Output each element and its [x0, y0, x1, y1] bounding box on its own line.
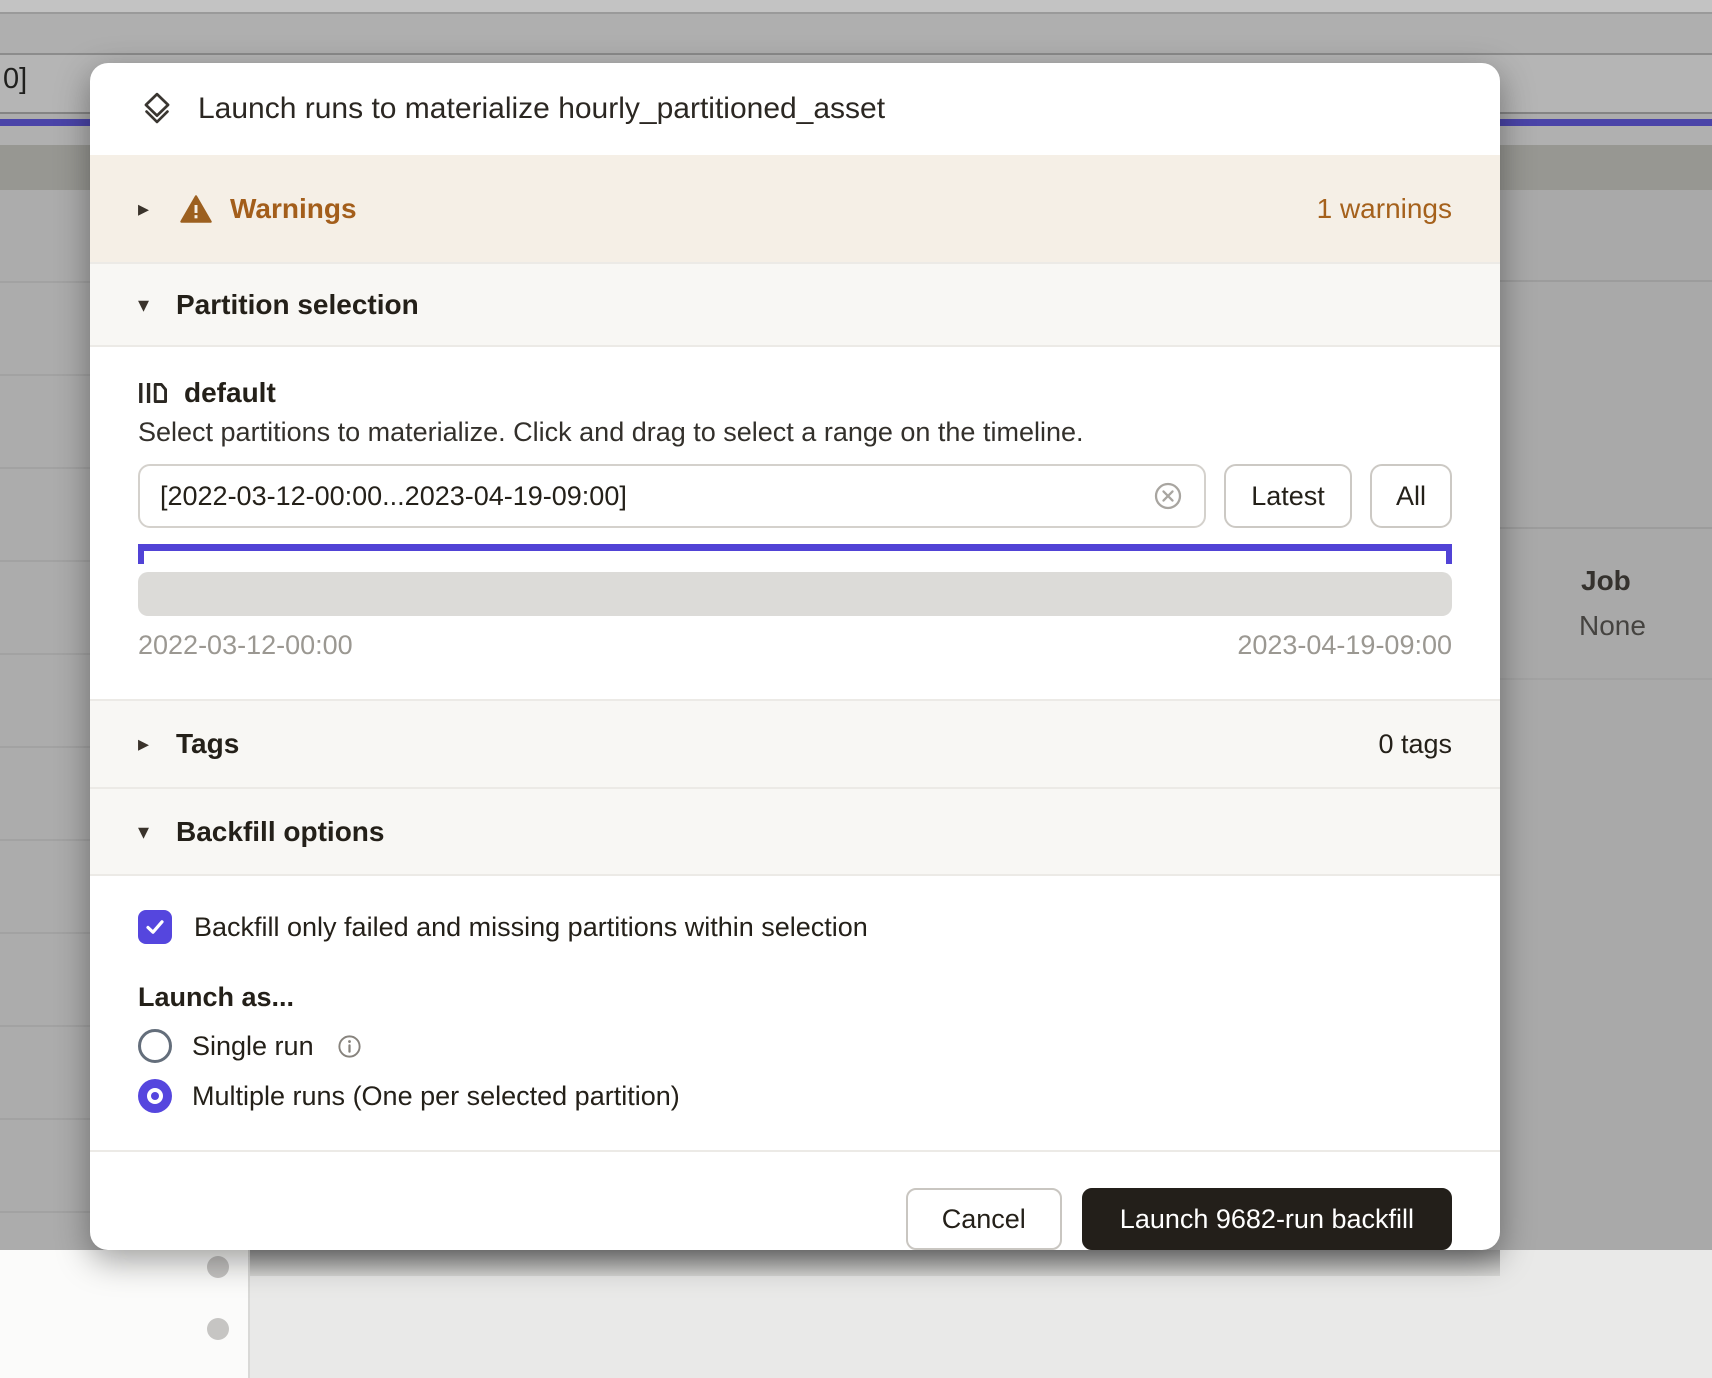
dialog-title: Launch runs to materialize hourly_partit…: [198, 92, 885, 126]
caret-right-icon: ▸: [138, 731, 162, 757]
timeline-start-date: 2022-03-12-00:00: [138, 630, 353, 661]
latest-button[interactable]: Latest: [1224, 464, 1352, 528]
launch-as-label: Launch as...: [138, 982, 1452, 1013]
partition-selection-body: default Select partitions to materialize…: [90, 347, 1500, 699]
backdrop-right-column: [1500, 190, 1712, 1250]
caret-right-icon: ▸: [138, 196, 162, 222]
multiple-runs-option[interactable]: Multiple runs (One per selected partitio…: [138, 1079, 1452, 1113]
launch-backfill-button[interactable]: Launch 9682-run backfill: [1082, 1188, 1452, 1250]
tags-header: Tags: [176, 728, 239, 760]
partition-range-value: [2022-03-12-00:00...2023-04-19-09:00]: [160, 481, 1152, 512]
backfill-only-failed-option[interactable]: Backfill only failed and missing partiti…: [138, 910, 1452, 944]
timeline-end-date: 2023-04-19-09:00: [1237, 630, 1452, 661]
partition-selection-description: Select partitions to materialize. Click …: [138, 417, 1452, 448]
selection-range-indicator: [138, 544, 1452, 564]
check-icon: [143, 915, 167, 939]
dimension-name: default: [184, 377, 276, 409]
warnings-label: Warnings: [230, 193, 357, 225]
asset-layers-icon: [138, 90, 176, 128]
single-run-label: Single run: [192, 1031, 314, 1062]
backdrop-divider: [1500, 678, 1712, 680]
info-icon[interactable]: [336, 1033, 363, 1060]
backdrop-band: [0, 0, 1712, 12]
partition-range-input[interactable]: [2022-03-12-00:00...2023-04-19-09:00]: [138, 464, 1206, 528]
partition-controls: [2022-03-12-00:00...2023-04-19-09:00] La…: [138, 464, 1452, 528]
backdrop-divider: [1500, 527, 1712, 529]
backdrop-band: [0, 14, 1712, 53]
background-job-column-value: None: [1579, 610, 1646, 642]
tags-section-toggle[interactable]: ▸ Tags 0 tags: [90, 699, 1500, 787]
radio-unselected-icon[interactable]: [138, 1029, 172, 1063]
partition-selection-toggle[interactable]: ▾ Partition selection: [90, 262, 1500, 347]
clear-selection-icon[interactable]: [1152, 480, 1184, 512]
tags-count: 0 tags: [1378, 729, 1452, 760]
dialog-footer: Cancel Launch 9682-run backfill: [90, 1150, 1500, 1250]
latest-button-label: Latest: [1251, 481, 1325, 512]
checkbox-checked-icon[interactable]: [138, 910, 172, 944]
warning-triangle-icon: [180, 194, 212, 224]
caret-down-icon: ▾: [138, 819, 162, 845]
backfill-only-failed-label: Backfill only failed and missing partiti…: [194, 912, 868, 943]
backfill-options-toggle[interactable]: ▾ Backfill options: [90, 787, 1500, 876]
selection-range-bar: [138, 544, 1452, 551]
warnings-section-toggle[interactable]: ▸ Warnings 1 warnings: [90, 155, 1500, 262]
all-button[interactable]: All: [1370, 464, 1452, 528]
warnings-count: 1 warnings: [1317, 193, 1452, 225]
single-run-option[interactable]: Single run: [138, 1029, 1452, 1063]
timeline-date-labels: 2022-03-12-00:00 2023-04-19-09:00: [138, 630, 1452, 699]
dimension-row: default: [138, 377, 1452, 409]
backdrop-divider: [1500, 280, 1712, 282]
background-job-column-header: Job: [1581, 565, 1631, 597]
launch-backfill-dialog: Launch runs to materialize hourly_partit…: [90, 63, 1500, 1250]
partition-dimension-icon: [138, 379, 168, 407]
dialog-header: Launch runs to materialize hourly_partit…: [90, 63, 1500, 155]
modal-drop-shadow: [90, 1250, 1500, 1276]
multiple-runs-label: Multiple runs (One per selected partitio…: [192, 1081, 680, 1112]
selection-range-start-tick: [138, 551, 144, 564]
radio-selected-icon[interactable]: [138, 1079, 172, 1113]
cancel-button[interactable]: Cancel: [906, 1188, 1062, 1250]
all-button-label: All: [1396, 481, 1426, 512]
status-dot: [207, 1318, 229, 1340]
screen: 0] Job None Launch runs to materialize h…: [0, 0, 1712, 1378]
launch-backfill-button-label: Launch 9682-run backfill: [1120, 1204, 1414, 1235]
partition-timeline[interactable]: [138, 572, 1452, 616]
background-partial-input-text: 0]: [3, 63, 27, 96]
caret-down-icon: ▾: [138, 292, 162, 318]
cancel-button-label: Cancel: [942, 1204, 1026, 1235]
status-dot: [207, 1256, 229, 1278]
backfill-options-header: Backfill options: [176, 816, 384, 848]
selection-range-end-tick: [1446, 551, 1452, 564]
backfill-options-body: Backfill only failed and missing partiti…: [90, 876, 1500, 1113]
partition-selection-header: Partition selection: [176, 289, 419, 321]
